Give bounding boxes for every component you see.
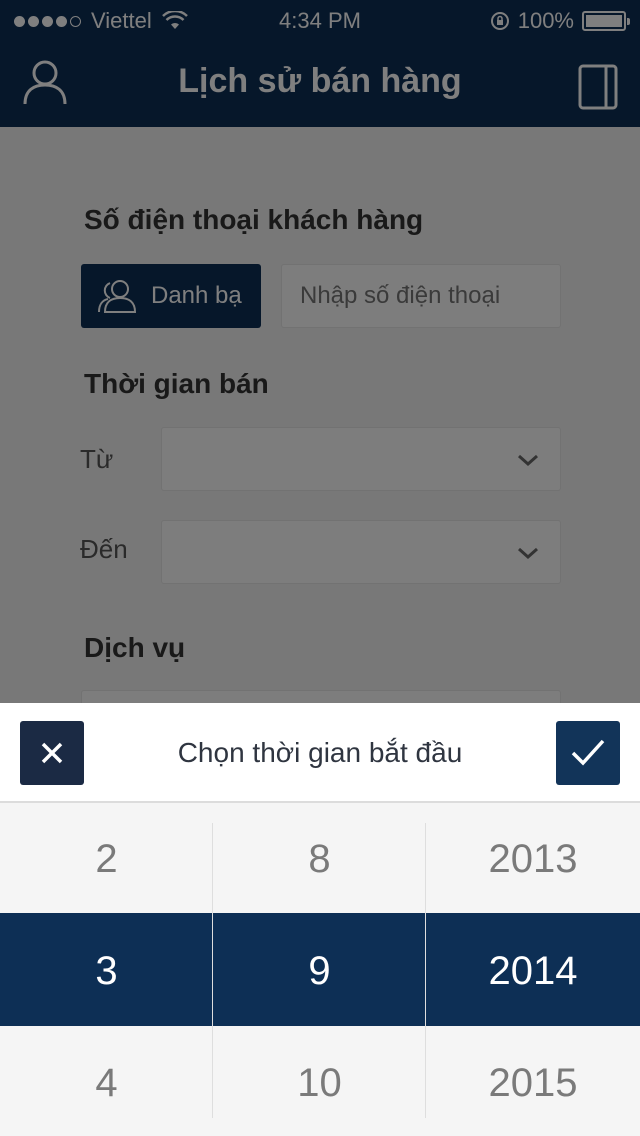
month-selected[interactable]: 9 bbox=[213, 949, 426, 994]
checkmark-icon bbox=[571, 739, 605, 766]
date-picker: 2 3 4 8 9 10 2013 2014 2015 bbox=[0, 803, 640, 1136]
year-prev[interactable]: 2013 bbox=[426, 837, 640, 882]
day-prev[interactable]: 2 bbox=[0, 837, 213, 882]
day-column[interactable]: 2 3 4 bbox=[0, 803, 213, 1136]
confirm-button[interactable] bbox=[556, 721, 620, 785]
picker-title: Chọn thời gian bắt đầu bbox=[177, 737, 463, 768]
month-prev[interactable]: 8 bbox=[213, 837, 426, 882]
picker-header: Chọn thời gian bắt đầu bbox=[0, 703, 640, 803]
month-next[interactable]: 10 bbox=[213, 1061, 426, 1106]
year-column[interactable]: 2013 2014 2015 bbox=[426, 803, 640, 1136]
year-next[interactable]: 2015 bbox=[426, 1061, 640, 1106]
month-column[interactable]: 8 9 10 bbox=[213, 803, 426, 1136]
date-picker-sheet: Chọn thời gian bắt đầu 2 3 4 8 9 10 2013… bbox=[0, 703, 640, 1136]
year-selected[interactable]: 2014 bbox=[426, 949, 640, 994]
day-next[interactable]: 4 bbox=[0, 1061, 213, 1106]
day-selected[interactable]: 3 bbox=[0, 949, 213, 994]
